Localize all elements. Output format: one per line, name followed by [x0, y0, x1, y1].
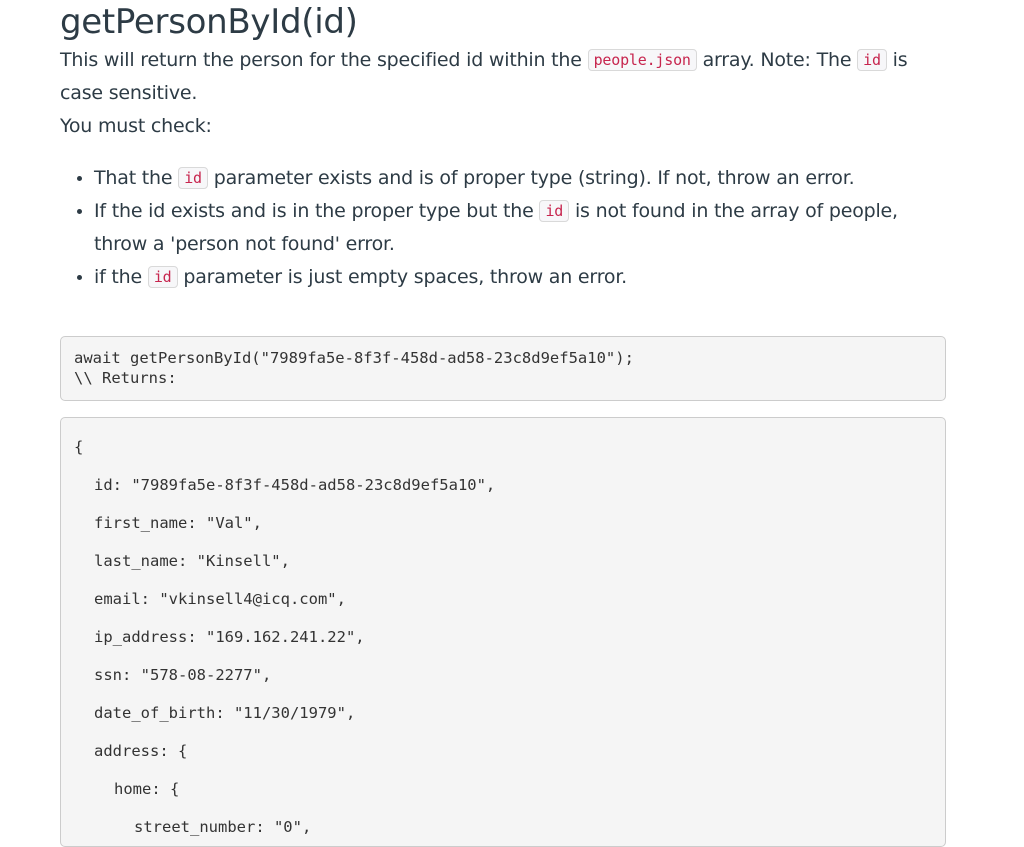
- code-line: street_number: "0",: [134, 818, 312, 836]
- inline-code-id: id: [178, 167, 208, 189]
- intro-paragraph: This will return the person for the spec…: [60, 44, 946, 110]
- document-page: getPersonById(id) This will return the p…: [60, 0, 946, 847]
- intro-text-before: This will return the person for the spec…: [60, 49, 588, 71]
- code-line: ssn: "578-08-2277",: [94, 666, 272, 684]
- check-item: if the id parameter is just empty spaces…: [94, 261, 946, 294]
- code-line: \\ Returns:: [74, 369, 177, 387]
- check-text-after: parameter exists and is of proper type (…: [207, 167, 855, 189]
- code-line: date_of_birth: "11/30/1979",: [94, 704, 356, 722]
- inline-code-id: id: [147, 266, 178, 288]
- inline-code-people-json: people.json: [587, 49, 697, 71]
- code-line: email: "vkinsell4@icq.com",: [94, 590, 346, 608]
- check-text-after: parameter is just empty spaces, throw an…: [177, 266, 628, 288]
- must-check-label: You must check:: [60, 115, 212, 137]
- code-line: first_name: "Val",: [94, 514, 262, 532]
- intro-text-middle: array. Note: The: [696, 49, 858, 71]
- example-call-code-block: await getPersonById("7989fa5e-8f3f-458d-…: [60, 336, 946, 401]
- check-item: That the id parameter exists and is of p…: [94, 162, 946, 195]
- code-line: ip_address: "169.162.241.22",: [94, 628, 365, 646]
- check-text-before: That the: [94, 167, 179, 189]
- check-text-before: if the: [94, 266, 148, 288]
- inline-code-id: id: [857, 49, 887, 71]
- code-line: address: {: [94, 742, 188, 760]
- page-title: getPersonById(id): [60, 2, 358, 42]
- code-line: home: {: [114, 780, 180, 798]
- code-line: await getPersonById("7989fa5e-8f3f-458d-…: [74, 349, 634, 367]
- code-line: last_name: "Kinsell",: [94, 552, 290, 570]
- example-result-code-block: { id: "7989fa5e-8f3f-458d-ad58-23c8d9ef5a…: [60, 417, 946, 847]
- code-line: {: [74, 438, 84, 456]
- check-list: That the id parameter exists and is of p…: [60, 162, 946, 294]
- code-line: id: "7989fa5e-8f3f-458d-ad58-23c8d9ef5a1…: [94, 476, 496, 494]
- check-item: If the id exists and is in the proper ty…: [94, 195, 946, 261]
- check-text-before: If the id exists and is in the proper ty…: [94, 200, 540, 222]
- inline-code-id: id: [539, 200, 570, 222]
